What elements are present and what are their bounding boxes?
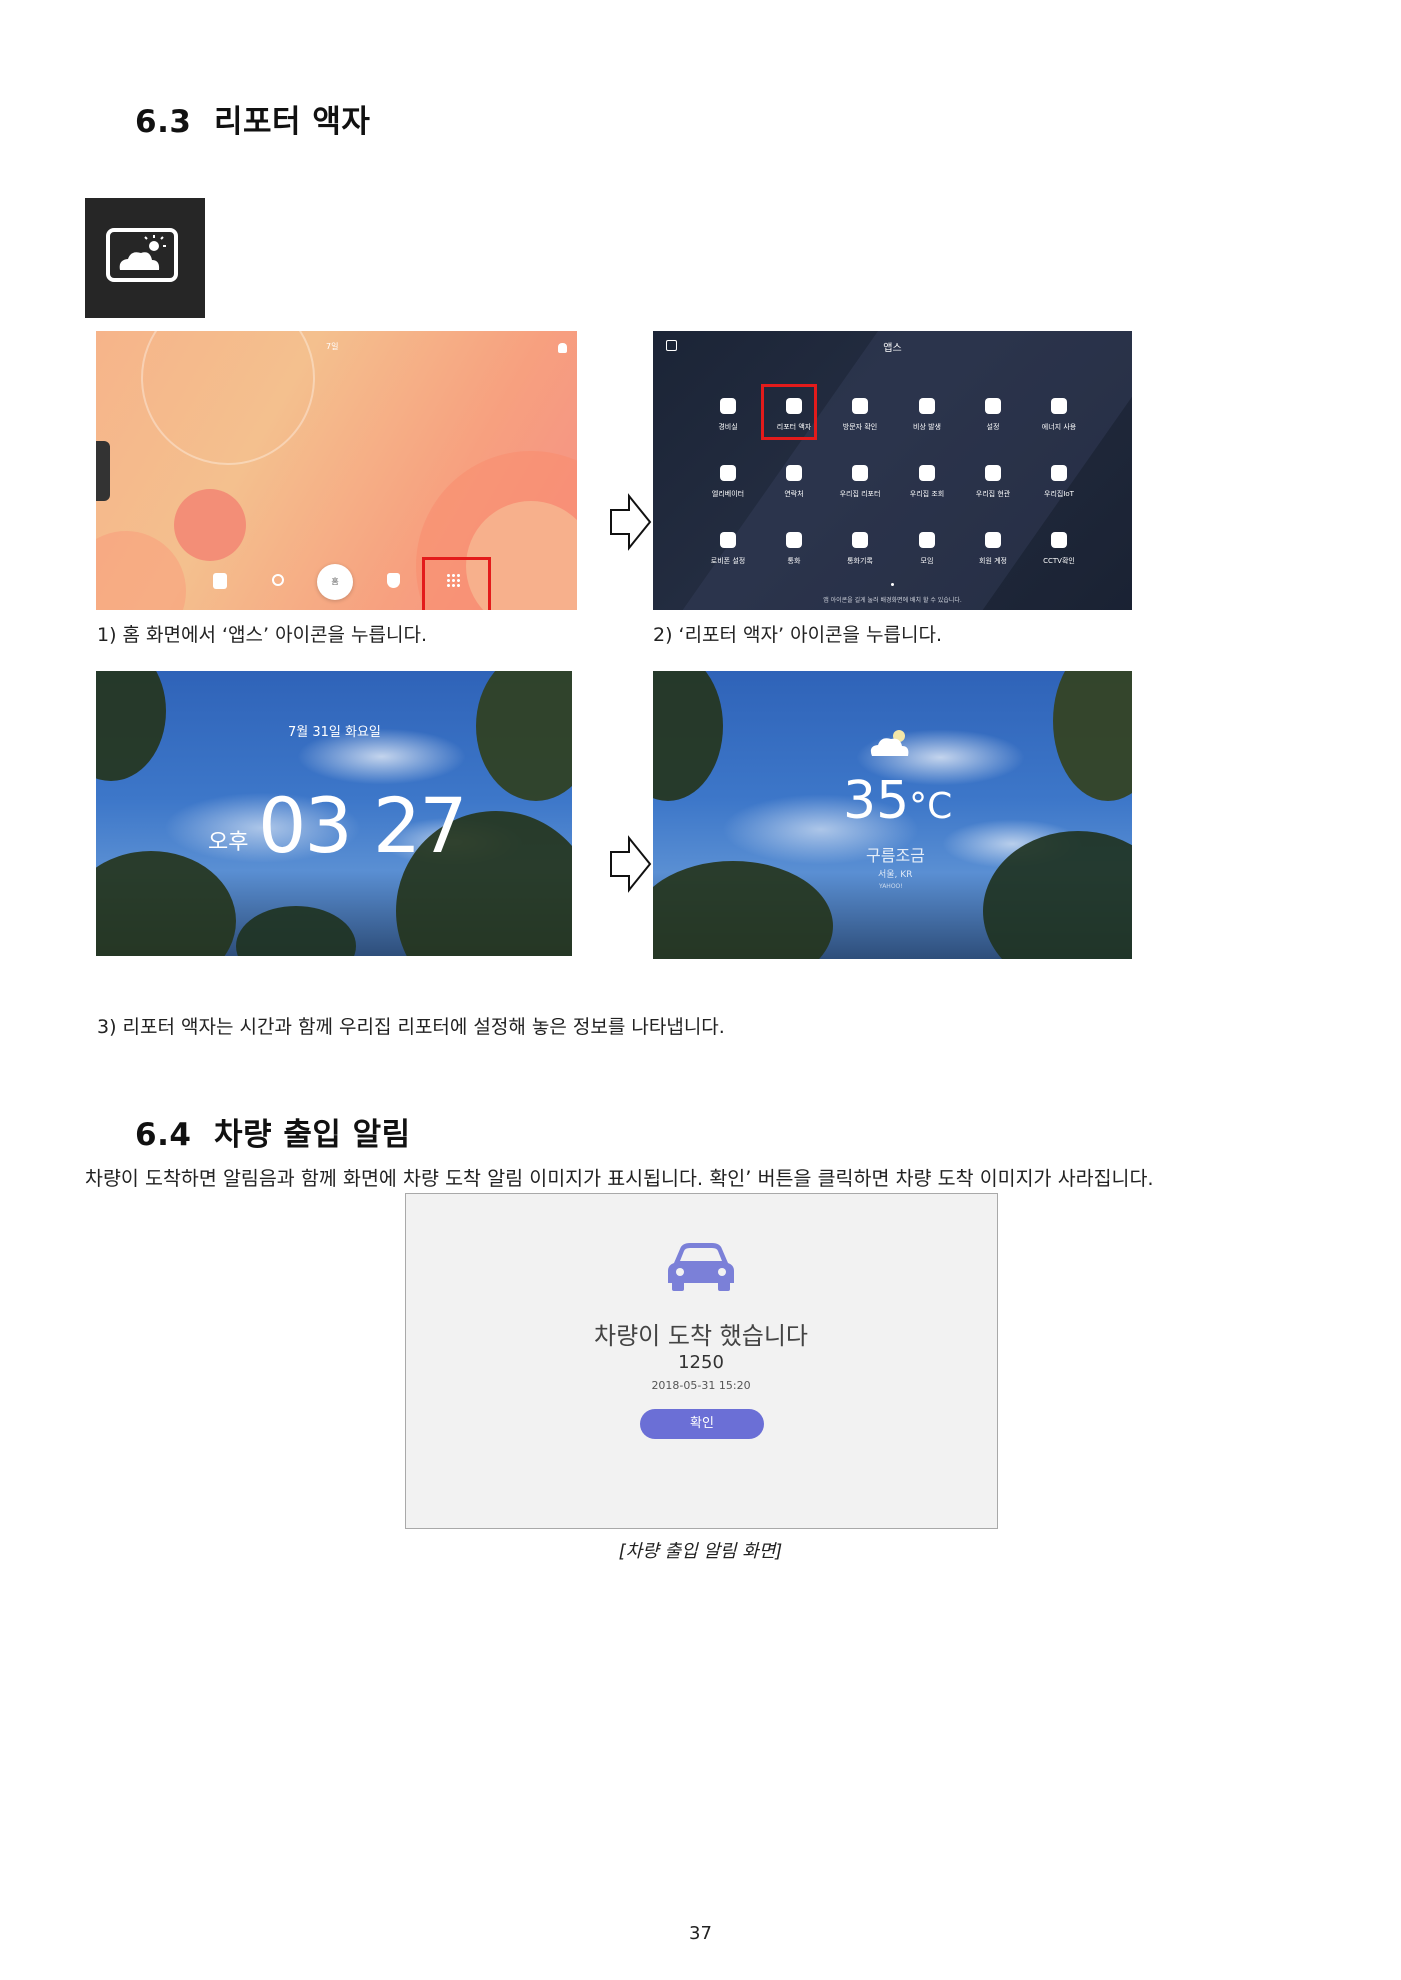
app-icon [919, 465, 935, 481]
weather-temp-unit: °C [909, 786, 953, 827]
app-label: 비상 발생 [913, 423, 941, 431]
app-icon [852, 398, 868, 414]
page-indicator-dot [891, 583, 894, 586]
app-icon [1051, 465, 1067, 481]
app-item[interactable]: 엘리베이터 [703, 465, 753, 499]
reporter-weather-screenshot: 35°C 구름조금 서울, KR YAHOO! [653, 671, 1132, 959]
dock-shield-icon[interactable] [387, 573, 400, 588]
page-number: 37 [689, 1923, 712, 1944]
clock-time: 03 27 [258, 781, 468, 870]
home-time-label: 7일 [326, 342, 339, 351]
weather-temp: 35°C [843, 771, 952, 831]
highlight-reporter-frame-box [761, 384, 817, 440]
dock-call-icon[interactable] [272, 574, 284, 586]
app-label: 우리집 리포터 [839, 490, 881, 498]
app-icon [1051, 398, 1067, 414]
picture-frame-icon [106, 228, 178, 282]
app-label: CCTV확인 [1043, 557, 1075, 565]
side-tab[interactable] [96, 441, 110, 501]
reporter-frame-app-icon [85, 198, 205, 318]
app-icon [720, 398, 736, 414]
app-item[interactable]: 로비폰 설정 [703, 532, 753, 566]
dock-home-button[interactable]: 홈 [317, 564, 353, 600]
app-item[interactable]: CCTV확인 [1034, 532, 1084, 566]
app-icon [720, 532, 736, 548]
apps-title: 앱스 [883, 343, 902, 354]
car-dialog-caption: [차량 출입 알림 화면] [618, 1541, 783, 1562]
section-6-3-heading: 6.3 리포터 액자 [135, 104, 371, 140]
user-icon[interactable] [558, 343, 567, 353]
app-icon [852, 532, 868, 548]
app-item[interactable]: 경비실 [703, 398, 753, 432]
app-label: 우리집 현관 [975, 490, 1011, 498]
app-item[interactable]: 우리집 현관 [968, 465, 1018, 499]
car-icon [668, 1243, 734, 1291]
weather-location: 서울, KR [878, 870, 913, 880]
weather-source: YAHOO! [879, 883, 903, 890]
app-icon [985, 398, 1001, 414]
section-6-4-description: 차량이 도착하면 알림음과 함께 화면에 차량 도착 알림 이미지가 표시됩니다… [85, 1167, 1154, 1190]
car-number: 1250 [678, 1352, 724, 1373]
app-icon [919, 532, 935, 548]
app-label: 통화 [787, 557, 801, 565]
app-item[interactable]: 우리집 리포터 [835, 465, 885, 499]
app-item[interactable]: 모임 [902, 532, 952, 566]
caption-step2: 2) ‘리포터 액자’ 아이콘을 누릅니다. [653, 624, 943, 646]
arrow-right-icon [610, 835, 652, 893]
app-label: 모임 [920, 557, 934, 565]
app-item[interactable]: 연락처 [769, 465, 819, 499]
app-icon [985, 532, 1001, 548]
app-item[interactable]: 방문자 확인 [835, 398, 885, 432]
weather-temp-value: 35 [843, 771, 910, 831]
dock-security-icon[interactable] [213, 573, 227, 589]
app-label: 에너지 사용 [1041, 423, 1077, 431]
app-icon [720, 465, 736, 481]
app-label: 우리집 조회 [909, 490, 945, 498]
app-icon [919, 398, 935, 414]
highlight-apps-box [422, 557, 491, 610]
apps-footer-note: 앱 아이콘을 길게 눌러 배경화면에 배치 할 수 있습니다. [823, 597, 962, 604]
app-item[interactable]: 통화기록 [835, 532, 885, 566]
app-icon [852, 465, 868, 481]
app-label: 통화기록 [847, 557, 873, 565]
app-label: 회원 계정 [979, 557, 1007, 565]
section-6-4-heading: 6.4 차량 출입 알림 [135, 1117, 411, 1153]
confirm-button[interactable]: 확인 [640, 1409, 764, 1439]
car-arrival-datetime: 2018-05-31 15:20 [651, 1379, 751, 1392]
car-arrival-dialog: 차량이 도착 했습니다 1250 2018-05-31 15:20 확인 [405, 1193, 998, 1529]
app-label: 경비실 [718, 423, 738, 431]
app-label: 방문자 확인 [842, 423, 878, 431]
app-item[interactable]: 통화 [769, 532, 819, 566]
app-item[interactable]: 설정 [968, 398, 1018, 432]
clock-ampm: 오후 [208, 830, 249, 855]
reporter-clock-screenshot: 7월 31일 화요일 오후 03 27 [96, 671, 572, 956]
app-icon [786, 465, 802, 481]
app-label: 우리집IoT [1044, 490, 1074, 498]
car-arrival-message: 차량이 도착 했습니다 [594, 1322, 808, 1350]
app-icon [1051, 532, 1067, 548]
app-icon [786, 532, 802, 548]
home-screen-screenshot: 7일 홈 [96, 331, 577, 610]
app-label: 설정 [986, 423, 1000, 431]
app-item[interactable]: 우리집IoT [1034, 465, 1084, 499]
clock-date: 7월 31일 화요일 [288, 725, 381, 740]
app-icon [985, 465, 1001, 481]
caption-step1: 1) 홈 화면에서 ‘앱스’ 아이콘을 누릅니다. [97, 624, 428, 646]
arrow-right-icon [610, 493, 652, 551]
apps-screen-screenshot: 앱스 경비실 리포터 액자 방문자 확인 비상 발생 설정 에너지 사용 엘리베이터 연락처 우… [653, 331, 1132, 610]
app-item[interactable]: 우리집 조회 [902, 465, 952, 499]
caption-step3: 3) 리포터 액자는 시간과 함께 우리집 리포터에 설정해 놓은 정보를 나타… [97, 1016, 725, 1038]
app-label: 로비폰 설정 [710, 557, 746, 565]
weather-condition: 구름조금 [866, 846, 925, 865]
app-item[interactable]: 회원 계정 [968, 532, 1018, 566]
app-item[interactable]: 에너지 사용 [1034, 398, 1084, 432]
app-item[interactable]: 비상 발생 [902, 398, 952, 432]
app-label: 엘리베이터 [711, 490, 745, 498]
cloud-sun-icon [870, 730, 909, 756]
app-label: 연락처 [784, 490, 804, 498]
